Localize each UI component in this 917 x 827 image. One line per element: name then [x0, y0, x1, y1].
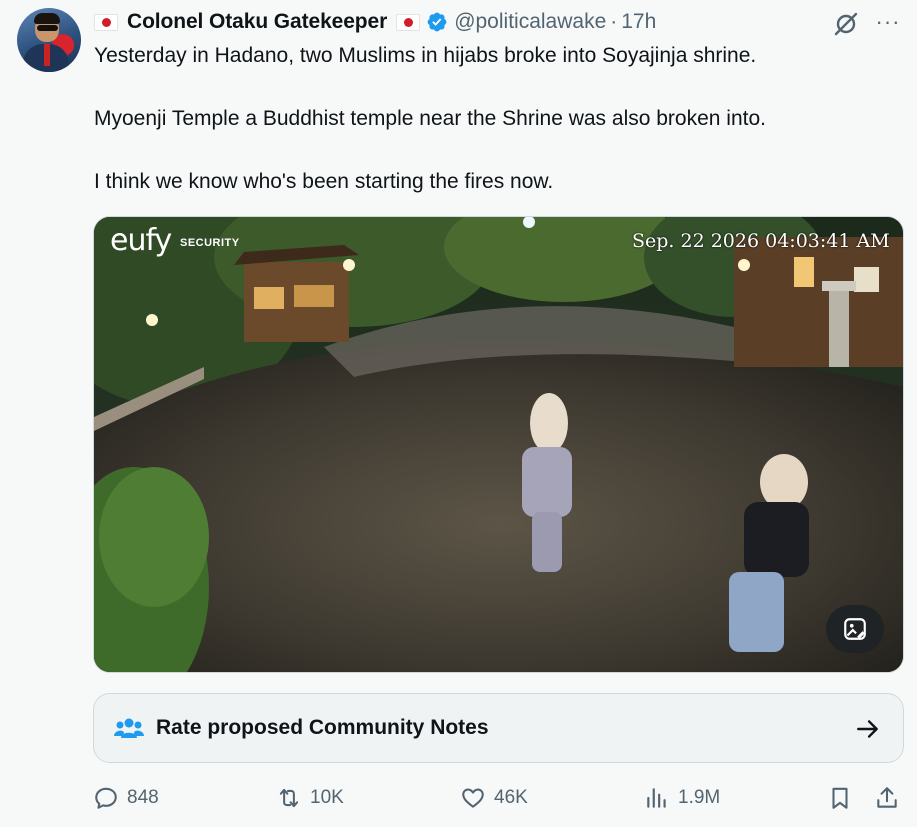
community-notes-label: Rate proposed Community Notes [156, 716, 489, 739]
community-notes-icon [114, 718, 144, 738]
like-count: 46K [494, 787, 528, 808]
grok-icon[interactable] [832, 10, 860, 38]
reply-button[interactable]: 848 [93, 785, 159, 811]
share-button[interactable] [874, 785, 908, 811]
like-icon [462, 788, 484, 808]
more-icon[interactable]: ··· [874, 8, 902, 36]
bookmark-icon [832, 787, 848, 809]
reply-count: 848 [127, 787, 159, 808]
post-text: Yesterday in Hadano, two Muslims in hija… [94, 42, 894, 231]
post-time[interactable]: 17h [621, 10, 656, 34]
community-notes-banner[interactable]: Rate proposed Community Notes [93, 693, 904, 763]
reply-icon [95, 787, 117, 809]
verified-badge-icon [427, 12, 447, 32]
views-icon [647, 788, 666, 808]
camera-brand: eufy [110, 223, 172, 258]
post-image[interactable]: eufy SECURITY Sep. 22 2026 04:03:41 AM [93, 216, 904, 673]
share-icon [877, 787, 897, 808]
japan-flag-icon [94, 13, 118, 31]
views-button[interactable]: 1.9M [644, 785, 720, 811]
camera-brand-sub: SECURITY [180, 237, 240, 249]
image-alt-button[interactable] [826, 605, 884, 653]
action-bar: 848 10K 46K 1.9M [0, 781, 917, 817]
post-paragraph: Myoenji Temple a Buddhist temple near th… [94, 107, 766, 130]
arrow-right-icon [857, 720, 878, 738]
post-paragraph: I think we know who's been starting the … [94, 170, 554, 193]
separator-dot: · [610, 10, 618, 33]
author-handle[interactable]: @politicalawake [454, 10, 606, 34]
views-count: 1.9M [678, 787, 721, 808]
repost-icon [279, 788, 299, 808]
japan-flag-icon [396, 13, 421, 31]
bookmark-button[interactable] [827, 785, 861, 811]
image-alt-icon [844, 618, 866, 640]
repost-count: 10K [310, 787, 344, 808]
post-header: Colonel Otaku Gatekeeper @politicalawake… [94, 8, 656, 36]
post-paragraph: Yesterday in Hadano, two Muslims in hija… [94, 44, 757, 67]
security-camera-scene [94, 217, 903, 672]
camera-timestamp: Sep. 22 2026 04:03:41 AM [632, 230, 890, 252]
author-avatar[interactable] [17, 8, 81, 72]
like-button[interactable]: 46K [460, 785, 528, 811]
repost-button[interactable]: 10K [276, 785, 344, 811]
author-name[interactable]: Colonel Otaku Gatekeeper [127, 10, 387, 34]
